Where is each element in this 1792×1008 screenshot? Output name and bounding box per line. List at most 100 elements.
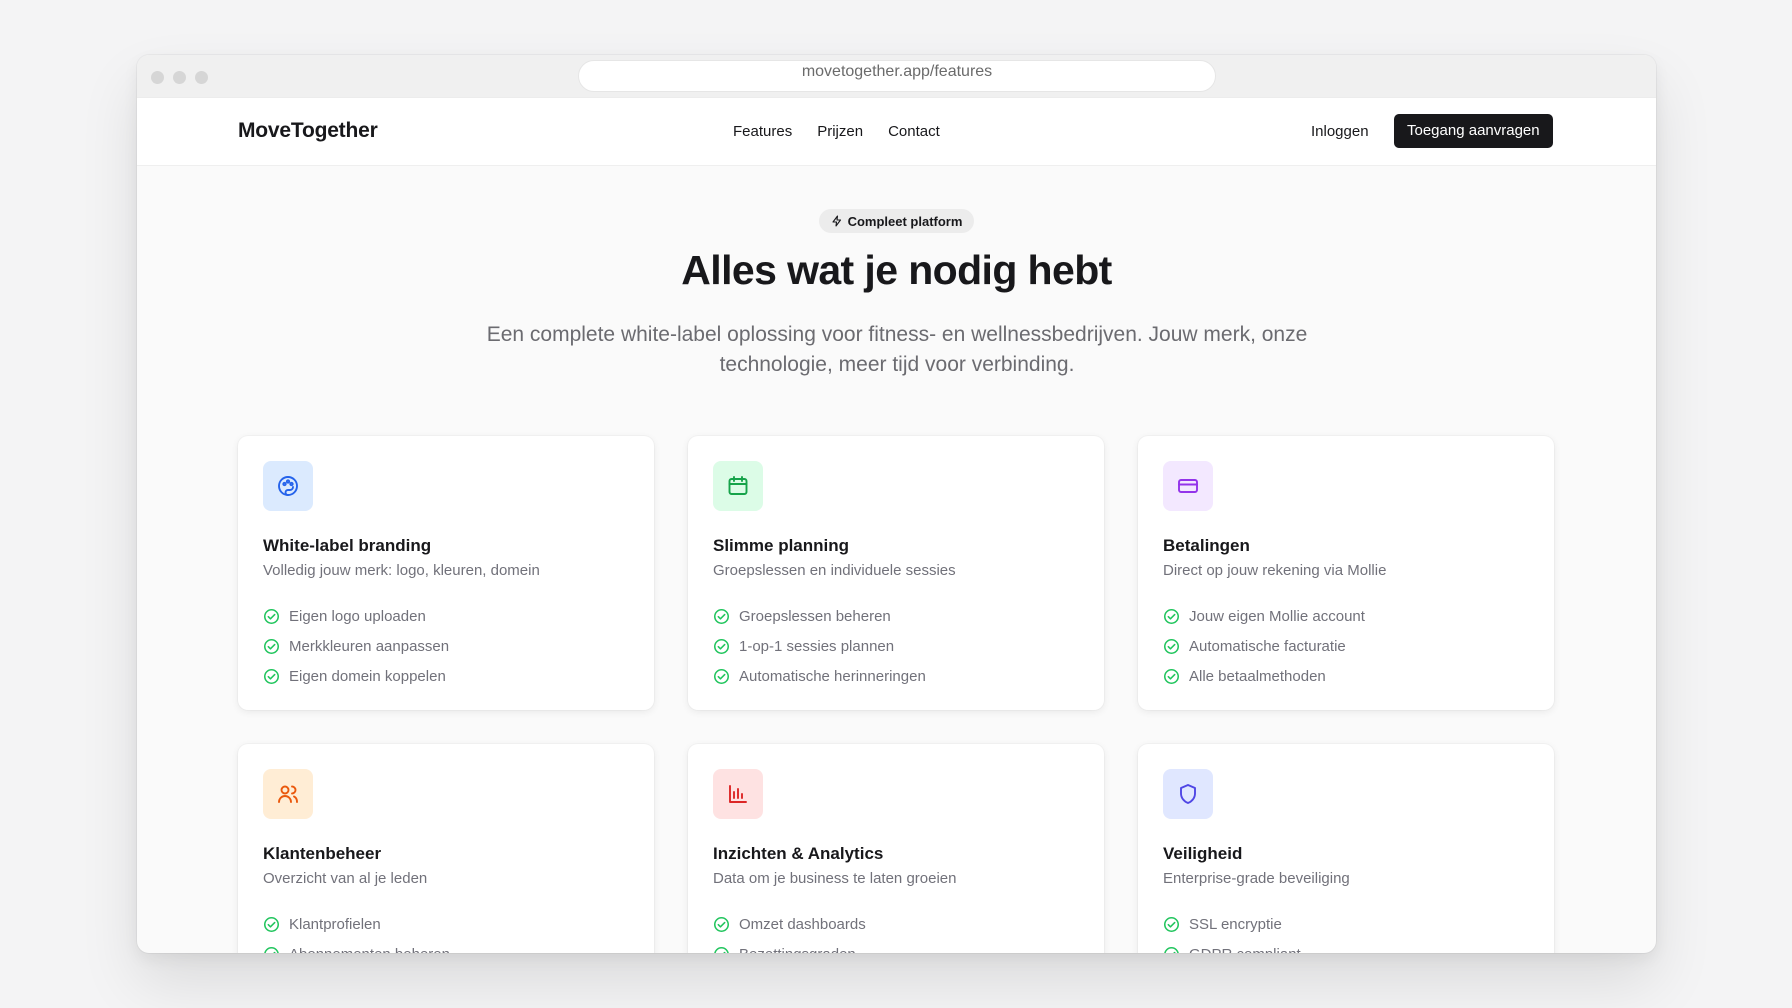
check-circle-icon xyxy=(1163,608,1180,624)
hero-section: Compleet platform Alles wat je nodig heb… xyxy=(137,166,1656,428)
feature-icon-box xyxy=(713,769,763,819)
feature-label: Groepslessen beheren xyxy=(739,607,891,625)
feature-icon-box xyxy=(1163,461,1213,511)
feature-label: Klantprofielen xyxy=(289,915,381,933)
check-circle-icon xyxy=(1163,668,1180,684)
feature-card-white-label-branding: White-label branding Volledig jouw merk: … xyxy=(238,436,654,710)
shield-icon xyxy=(1180,784,1196,804)
card-title: Klantenbeheer xyxy=(263,844,382,863)
feature-label: SSL encryptie xyxy=(1189,915,1282,933)
check-circle-icon xyxy=(713,608,730,624)
feature-item: Jouw eigen Mollie account xyxy=(1163,601,1529,631)
card-subtitle: Enterprise-grade beveiliging xyxy=(1163,870,1350,887)
feature-item: Abonnementen beheren xyxy=(263,939,629,953)
browser-chrome: movetogether.app/features xyxy=(137,55,1656,98)
feature-item: Eigen domein koppelen xyxy=(263,661,629,691)
feature-label: Jouw eigen Mollie account xyxy=(1189,607,1365,625)
feature-label: Eigen domein koppelen xyxy=(289,667,446,685)
feature-list: Eigen logo uploaden Merkkleuren aanpassen… xyxy=(263,601,629,691)
minimize-window-dot[interactable] xyxy=(173,71,186,84)
badge-label: Compleet platform xyxy=(847,213,963,229)
feature-item: Automatische facturatie xyxy=(1163,631,1529,661)
credit-card-icon xyxy=(1178,479,1198,493)
platform-badge: Compleet platform xyxy=(819,209,974,233)
feature-card-grid: White-label branding Volledig jouw merk: … xyxy=(238,436,1554,953)
check-circle-icon xyxy=(263,668,280,684)
card-subtitle: Volledig jouw merk: logo, kleuren, domei… xyxy=(263,562,540,579)
browser-window: movetogether.app/features MoveTogether F… xyxy=(137,55,1656,953)
feature-label: Automatische herinneringen xyxy=(739,667,926,685)
check-circle-icon xyxy=(713,638,730,654)
card-subtitle: Data om je business te laten groeien xyxy=(713,870,957,887)
login-link[interactable]: Inloggen xyxy=(1311,123,1369,140)
feature-card-inzichten-analytics: Inzichten & Analytics Data om je business… xyxy=(688,744,1104,953)
feature-item: Merkkleuren aanpassen xyxy=(263,631,629,661)
feature-label: GDPR compliant xyxy=(1189,946,1301,954)
feature-item: Eigen logo uploaden xyxy=(263,601,629,631)
users-icon xyxy=(278,785,298,803)
check-circle-icon xyxy=(1163,916,1180,932)
palette-icon xyxy=(278,476,298,496)
feature-item: Alle betaalmethoden xyxy=(1163,661,1529,691)
feature-label: Alle betaalmethoden xyxy=(1189,667,1326,685)
feature-label: Abonnementen beheren xyxy=(289,946,450,954)
feature-card-klantenbeheer: Klantenbeheer Overzicht van al je leden Kl… xyxy=(238,744,654,953)
feature-label: Eigen logo uploaden xyxy=(289,607,426,625)
card-title: Veiligheid xyxy=(1163,844,1243,863)
feature-list: Groepslessen beheren 1-op-1 sessies plann… xyxy=(713,601,1079,691)
feature-item: Automatische herinneringen xyxy=(713,661,1079,691)
nav-link-contact[interactable]: Contact xyxy=(888,123,940,140)
feature-icon-box xyxy=(263,461,313,511)
feature-item: Klantprofielen xyxy=(263,909,629,939)
check-circle-icon xyxy=(264,946,279,953)
close-window-dot[interactable] xyxy=(151,71,164,84)
feature-list: Jouw eigen Mollie account Automatische fa… xyxy=(1163,601,1529,691)
feature-icon-box xyxy=(713,461,763,511)
feature-card-betalingen: Betalingen Direct op jouw rekening via Mo… xyxy=(1138,436,1554,710)
check-circle-icon xyxy=(263,916,280,932)
top-navigation: MoveTogether Features Prijzen Contact In… xyxy=(137,98,1656,166)
card-title: Betalingen xyxy=(1163,536,1250,555)
bar-chart-icon xyxy=(729,785,747,803)
card-subtitle: Overzicht van al je leden xyxy=(263,870,428,887)
feature-item: Omzet dashboards xyxy=(713,909,1079,939)
window-controls xyxy=(151,71,208,84)
check-circle-icon xyxy=(263,638,280,654)
feature-label: Omzet dashboards xyxy=(739,915,866,933)
feature-label: Bezettingsgraden xyxy=(739,946,856,954)
feature-item: 1-op-1 sessies plannen xyxy=(713,631,1079,661)
maximize-window-dot[interactable] xyxy=(195,71,208,84)
feature-icon-box xyxy=(263,769,313,819)
request-access-button[interactable]: Toegang aanvragen xyxy=(1394,114,1553,148)
check-circle-icon xyxy=(1163,638,1180,654)
address-bar[interactable]: movetogether.app/features xyxy=(578,60,1216,92)
feature-list: KlantprofielenAbonnementen beherenLedeno… xyxy=(263,909,629,953)
check-circle-icon xyxy=(713,916,730,932)
brand-logo[interactable]: MoveTogether xyxy=(238,119,378,143)
feature-item: SSL encryptie xyxy=(1163,909,1529,939)
card-subtitle: Groepslessen en individuele sessies xyxy=(713,562,956,579)
feature-item: GDPR compliant xyxy=(1163,939,1529,953)
hero-subtitle: Een complete white-label oplossing voor … xyxy=(486,323,1308,376)
nav-links: Features Prijzen Contact xyxy=(733,123,940,140)
card-title: Slimme planning xyxy=(713,536,850,555)
calendar-icon xyxy=(728,476,748,495)
check-circle-icon xyxy=(263,608,280,624)
nav-link-features[interactable]: Features xyxy=(733,123,792,140)
feature-label: Automatische facturatie xyxy=(1189,637,1346,655)
feature-item: Groepslessen beheren xyxy=(713,601,1079,631)
card-title: Inzichten & Analytics xyxy=(713,844,884,863)
feature-item: Bezettingsgraden xyxy=(713,939,1079,953)
page-title: Alles wat je nodig hebt xyxy=(681,247,1112,293)
check-circle-icon xyxy=(1164,946,1179,953)
feature-list: SSL encryptieGDPR compliantDagelijkse ba… xyxy=(1163,909,1529,953)
card-subtitle: Direct op jouw rekening via Mollie xyxy=(1163,562,1387,579)
nav-link-prijzen[interactable]: Prijzen xyxy=(817,123,863,140)
feature-card-veiligheid: Veiligheid Enterprise-grade beveiliging SS… xyxy=(1138,744,1554,953)
feature-label: 1-op-1 sessies plannen xyxy=(739,637,895,655)
feature-list: Omzet dashboardsBezettingsgradenTrends e… xyxy=(713,909,1079,953)
lightning-icon xyxy=(832,215,841,227)
card-title: White-label branding xyxy=(263,536,432,555)
check-circle-icon xyxy=(714,946,729,953)
feature-card-slimme-planning: Slimme planning Groepslessen en individue… xyxy=(688,436,1104,710)
